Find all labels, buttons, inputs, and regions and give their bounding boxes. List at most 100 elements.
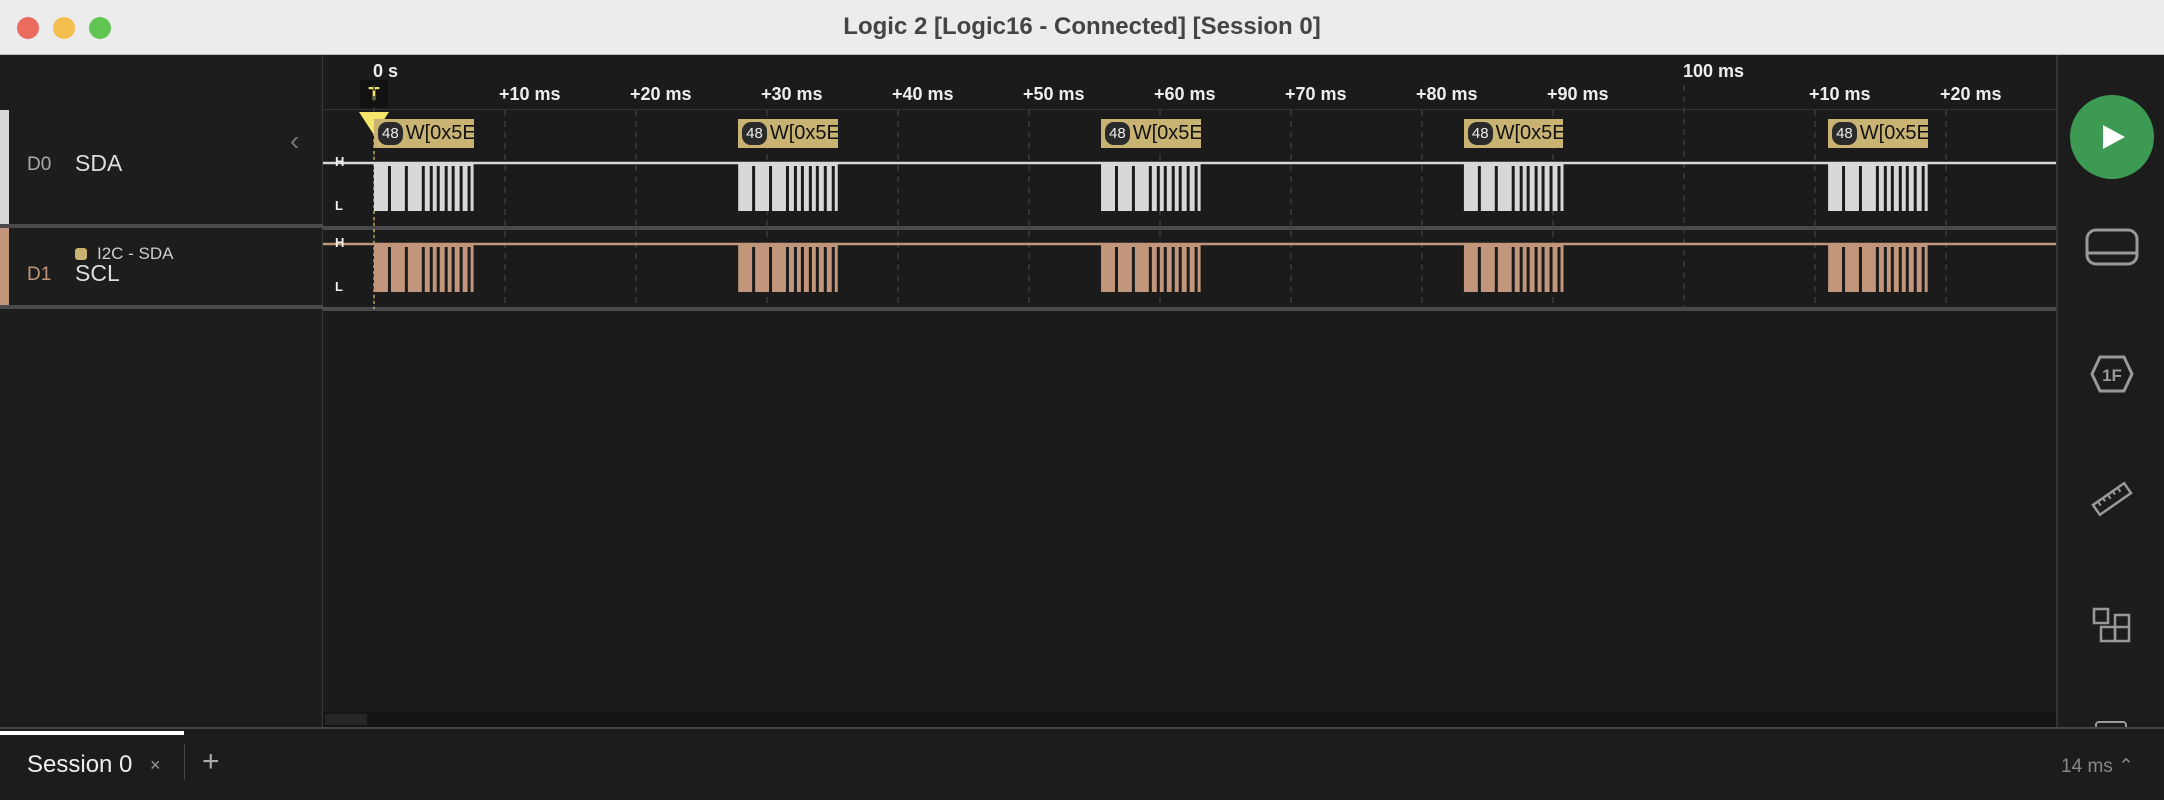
- sda-burst-gap: [1148, 166, 1152, 211]
- frame-label: W[0x5E: [1495, 122, 1564, 144]
- scl-burst-gap: [1883, 247, 1887, 292]
- scl-burst-gap: [1905, 247, 1909, 292]
- add-session-button[interactable]: +: [202, 745, 220, 779]
- sda-burst-gap: [1163, 166, 1167, 211]
- analyzers-hexagon-icon: 1F: [2090, 355, 2134, 393]
- play-icon: [2103, 125, 2125, 149]
- scl-burst-gap: [459, 247, 463, 292]
- scl-burst-gap: [1148, 247, 1152, 292]
- scl-burst-gap: [1511, 247, 1515, 292]
- sda-burst-gap: [436, 166, 440, 211]
- scl-burst-gap: [1163, 247, 1167, 292]
- i2c-frame-annotation[interactable]: 48 W[0x5E: [738, 119, 838, 148]
- scl-burst-gap: [1171, 247, 1175, 292]
- channel-name[interactable]: SCL: [75, 260, 120, 287]
- scl-burst-gap: [1519, 247, 1523, 292]
- scl-burst-gap: [769, 247, 773, 292]
- scl-burst-gap: [793, 247, 797, 292]
- address-badge: 48: [378, 122, 403, 145]
- analyzers-button[interactable]: 1F: [2080, 342, 2144, 406]
- zoom-level-indicator[interactable]: 14 ms ⌃: [2061, 755, 2134, 778]
- sda-burst-gap: [752, 166, 756, 211]
- scl-burst-gap: [421, 247, 425, 292]
- scl-burst-gap: [831, 247, 835, 292]
- sda-burst-gap: [421, 166, 425, 211]
- sda-burst-gap: [1494, 166, 1498, 211]
- channel-number: D1: [27, 264, 52, 285]
- sda-burst-gap: [1511, 166, 1515, 211]
- tab-session-0[interactable]: Session 0: [27, 751, 132, 779]
- i2c-frame-annotation[interactable]: 48 W[0x5E: [1828, 119, 1928, 148]
- sda-burst-gap: [1519, 166, 1523, 211]
- start-capture-button[interactable]: [2070, 95, 2154, 179]
- sda-burst-gap: [451, 166, 455, 211]
- sda-burst-gap: [1883, 166, 1887, 211]
- sda-burst-gap: [459, 166, 463, 211]
- sda-burst-gap: [1905, 166, 1909, 211]
- svg-text:1F: 1F: [2102, 366, 2122, 385]
- channel-row-d1[interactable]: D1 SCL: [0, 228, 323, 309]
- scl-burst-gap: [1890, 247, 1894, 292]
- sda-burst-gap: [823, 166, 827, 211]
- i2c-frame-annotation[interactable]: 48 W[0x5E: [374, 119, 474, 148]
- scl-burst-gap: [1494, 247, 1498, 292]
- scl-burst-gap: [1534, 247, 1538, 292]
- scl-burst-gap: [1557, 247, 1561, 292]
- scl-burst-gap: [1194, 247, 1198, 292]
- scl-burst-gap: [1131, 247, 1135, 292]
- scl-burst-gap: [1858, 247, 1862, 292]
- device-icon: [2085, 228, 2139, 266]
- sda-burst-gap: [1898, 166, 1902, 211]
- sda-burst-gap: [1541, 166, 1545, 211]
- device-settings-button[interactable]: [2080, 215, 2144, 279]
- scl-burst-gap: [1541, 247, 1545, 292]
- tab-divider: [184, 744, 185, 780]
- sda-burst-gap: [1156, 166, 1160, 211]
- frame-label: W[0x5E: [1859, 122, 1928, 144]
- channel-number: D0: [27, 154, 52, 175]
- sda-burst-gap: [1875, 166, 1879, 211]
- sda-burst-gap: [1186, 166, 1190, 211]
- address-badge: 48: [1832, 122, 1857, 145]
- scl-burst-gap: [1156, 247, 1160, 292]
- measurements-button[interactable]: [2080, 467, 2144, 531]
- sda-burst-gap: [1178, 166, 1182, 211]
- sda-burst-gap: [1477, 166, 1481, 211]
- sda-burst-gap: [404, 166, 408, 211]
- sda-burst-gap: [793, 166, 797, 211]
- scl-burst-gap: [444, 247, 448, 292]
- waveform-canvas: [323, 85, 2056, 311]
- extensions-button[interactable]: [2080, 595, 2144, 659]
- scl-burst-gap: [752, 247, 756, 292]
- close-tab-icon[interactable]: ×: [150, 755, 161, 776]
- channel-color-bar: [0, 228, 9, 305]
- channel-name[interactable]: SDA: [75, 150, 122, 177]
- scl-burst-gap: [1921, 247, 1925, 292]
- sda-burst-gap: [800, 166, 804, 211]
- low-level-label: L: [335, 198, 343, 213]
- scrollbar-thumb[interactable]: [325, 714, 367, 725]
- scl-burst-gap: [404, 247, 408, 292]
- sda-burst-gap: [1913, 166, 1917, 211]
- i2c-frame-annotation[interactable]: 48 W[0x5E: [1463, 119, 1564, 148]
- channel-row-d0[interactable]: D0 SDA: [0, 110, 323, 228]
- scl-burst-gap: [436, 247, 440, 292]
- scl-burst-gap: [1913, 247, 1917, 292]
- active-tab-indicator: [0, 731, 184, 735]
- i2c-frame-annotation[interactable]: 48 W[0x5E: [1101, 119, 1201, 148]
- sda-burst-gap: [1921, 166, 1925, 211]
- sda-burst-gap: [429, 166, 433, 211]
- frame-label: W[0x5E: [769, 122, 838, 144]
- scl-burst-gap: [1114, 247, 1118, 292]
- sda-burst-gap: [1890, 166, 1894, 211]
- horizontal-scrollbar[interactable]: [323, 712, 2056, 727]
- scl-burst-gap: [800, 247, 804, 292]
- waveform-view[interactable]: 0 s 100 ms +10 ms +20 ms +30 ms +40 ms +50 ms +…: [323, 55, 2056, 727]
- scl-burst-gap: [1549, 247, 1553, 292]
- ruler-icon: [2091, 481, 2133, 517]
- frame-label: W[0x5E: [1132, 122, 1201, 144]
- sda-burst-gap: [467, 166, 471, 211]
- scl-burst-gap: [1526, 247, 1530, 292]
- address-badge: 48: [1467, 122, 1493, 145]
- sda-burst-gap: [1114, 166, 1118, 211]
